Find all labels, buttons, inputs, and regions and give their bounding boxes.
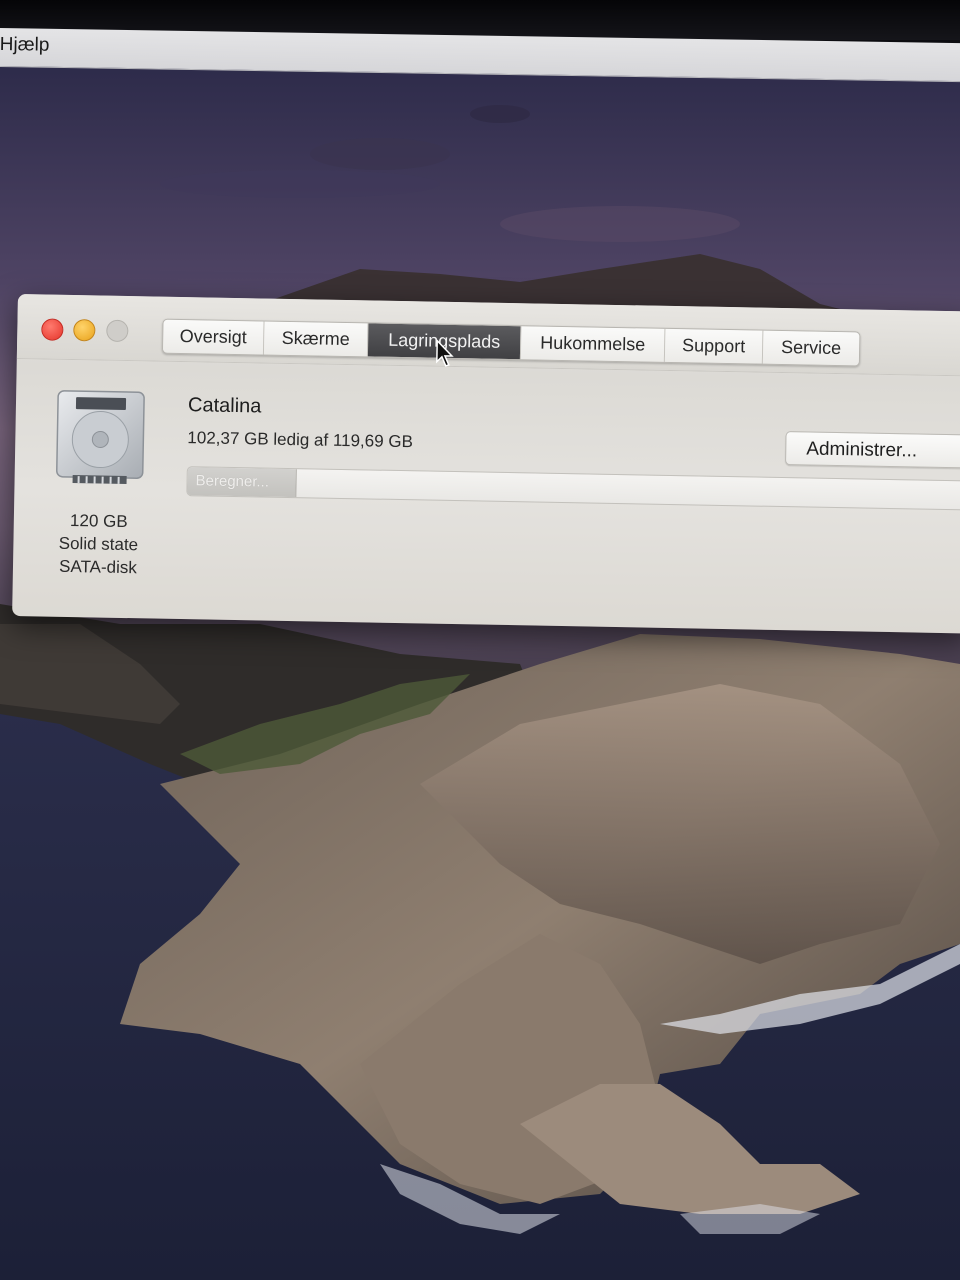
mouse-pointer-icon [436,339,454,367]
volume-free-space: 102,37 GB ledig af 119,69 GB [187,428,414,452]
tab-oversigt[interactable]: Oversigt [162,319,265,355]
close-button[interactable] [41,318,64,341]
calculating-label: Beregner... [195,472,270,491]
tab-support[interactable]: Support [664,328,764,364]
zoom-button [106,319,129,343]
disk-interface: SATA-disk [58,556,138,578]
tab-service[interactable]: Service [762,330,860,366]
desktop-wallpaper [0,64,960,1280]
storage-usage-bar: Beregner... [186,466,960,511]
screen: Hjælp Oversigt Skærme Lagringsplads Huko… [0,0,960,1280]
menu-help[interactable]: Hjælp [0,34,50,57]
minimize-button[interactable] [73,319,96,342]
disk-size: 120 GB [69,510,128,532]
disk-type: Solid state [58,533,139,555]
hard-drive-icon [56,390,145,485]
storage-pane: 120 GB Solid state SATA-disk Catalina 10… [12,359,960,634]
tab-skaerme[interactable]: Skærme [263,321,369,357]
volume-name: Catalina [187,394,262,418]
tab-hukommelse[interactable]: Hukommelse [520,326,666,362]
disk-info: 120 GB Solid state SATA-disk [38,508,159,579]
about-this-mac-window: Oversigt Skærme Lagringsplads Hukommelse… [12,294,960,634]
manage-button[interactable]: Administrer... [784,431,960,469]
catalina-landscape [0,105,960,1280]
tab-bar: Oversigt Skærme Lagringsplads Hukommelse… [161,318,861,367]
